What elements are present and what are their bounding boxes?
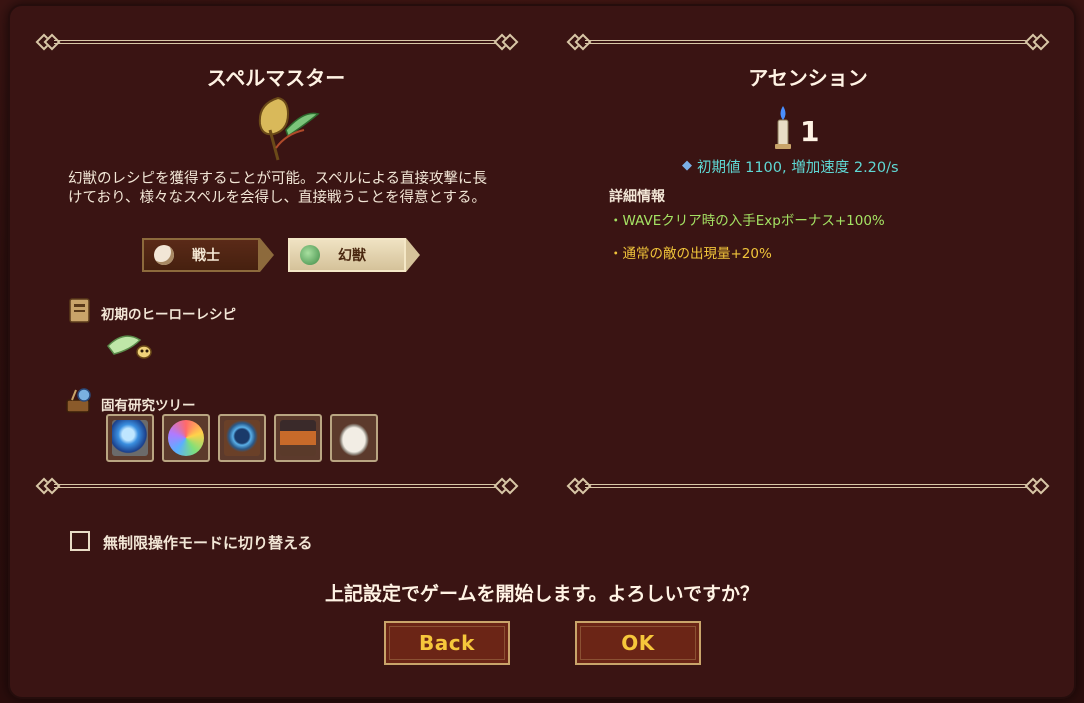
back-button[interactable]: Back [384,621,510,665]
confirm-message: 上記設定でゲームを開始します。よろしいですか？ [325,583,759,605]
beast-icon [300,245,320,265]
spellmaster-emblem-icon [258,96,320,161]
spider-icon [224,420,260,456]
ok-button[interactable]: OK [575,621,701,665]
bonus-exp: ・WAVEクリア時の入手Expボーナス+100% [609,213,885,229]
research-tree-label: 固有研究ツリー [101,398,196,414]
hero-recipe-label: 初期のヒーローレシピ [101,307,236,323]
research-slot-furnace[interactable] [274,414,322,462]
tag-warrior[interactable]: 戦士 [142,237,274,273]
rainbow-orb-icon [168,420,204,456]
ascension-title: アセンション [748,66,868,90]
tag-beast[interactable]: 幻獣 [288,237,420,273]
crystal-icon: ◆ [682,158,692,173]
ok-button-label: OK [621,631,655,655]
ascension-level: 1 [800,115,820,148]
tag-warrior-label: 戦士 [192,248,220,264]
jar-icon [336,420,372,456]
research-slot-spider[interactable] [218,414,266,462]
divider-bottom-left [35,477,519,495]
divider-bottom-right [566,477,1050,495]
detail-title: 詳細情報 [609,189,665,205]
research-tree-icon [66,388,91,413]
bonus-enemy: ・通常の敵の出現量+20% [609,246,772,262]
research-slot-rainbow-orb[interactable] [162,414,210,462]
class-description: 幻獣のレシピを獲得することが可能。スペルによる直接攻撃に長けており、様々なスペル… [68,171,488,206]
research-slot-blue-orb[interactable] [106,414,154,462]
research-slot-jar[interactable] [330,414,378,462]
back-button-label: Back [419,631,475,655]
candle-icon [775,106,791,149]
class-title: スペルマスター [206,66,346,90]
blue-orb-icon [112,420,148,456]
unlimited-mode-checkbox[interactable] [70,531,90,551]
divider-top-right [566,33,1050,51]
furnace-icon [280,420,316,456]
tag-beast-label: 幻獣 [338,248,366,264]
initial-value: 初期値 1100, 増加速度 2.20/s [697,160,899,176]
divider-top-left [35,33,519,51]
recipe-book-icon [69,298,90,323]
hero-recipe-fairy-icon[interactable] [104,328,156,368]
unlimited-mode-label[interactable]: 無制限操作モードに切り替える [103,532,313,553]
warrior-icon [154,245,174,265]
